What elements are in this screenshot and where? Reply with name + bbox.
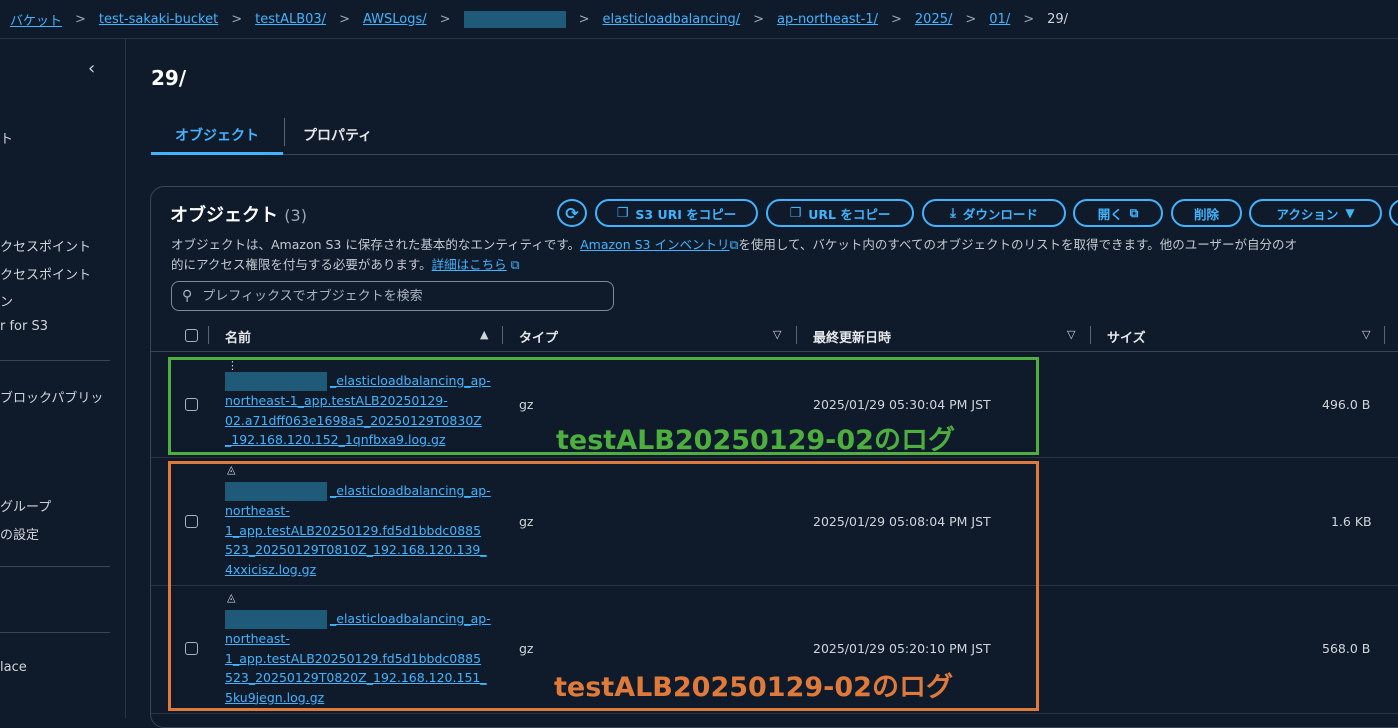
- learn-more-link[interactable]: 詳細はこちら: [432, 257, 507, 272]
- breadcrumb-folder-month[interactable]: 01/: [989, 12, 1010, 27]
- tab-divider: [284, 118, 285, 146]
- column-divider: [208, 326, 209, 344]
- table-header: 名前 ▲ タイプ ▽ 最終更新日時 ▽ サイズ ▽: [151, 321, 1398, 352]
- external-link-icon: ⧉: [1129, 205, 1139, 220]
- copy-s3-uri-button[interactable]: ❐ S3 URI をコピー: [595, 199, 758, 227]
- sidebar-item[interactable]: lace: [0, 660, 27, 675]
- chevron-right-icon: >: [891, 11, 902, 27]
- column-divider: [1090, 326, 1091, 344]
- sidebar-item[interactable]: クセスポイント: [0, 264, 91, 283]
- sidebar-item[interactable]: の設定: [0, 524, 39, 543]
- chevron-right-icon: >: [339, 11, 350, 27]
- sort-ascending-icon[interactable]: ▲: [480, 328, 488, 341]
- annotation-label-green: testALB20250129-02のログ: [556, 425, 955, 456]
- sort-icon[interactable]: ▽: [773, 328, 781, 341]
- chevron-right-icon: >: [753, 11, 765, 27]
- sidebar: ‹ ト クセスポイント クセスポイント ン r for S3 ブロックパブリッ …: [0, 38, 126, 718]
- search-box[interactable]: ⚲: [171, 281, 614, 311]
- copy-url-label: URL をコピー: [808, 206, 891, 222]
- tab-properties[interactable]: プロパティ: [303, 118, 372, 152]
- tab-objects[interactable]: オブジェクト: [151, 118, 283, 155]
- column-header-type[interactable]: タイプ: [519, 327, 558, 346]
- sidebar-item[interactable]: クセスポイント: [0, 236, 91, 255]
- desc-text: 的にアクセス権限を付与する必要があります。: [171, 257, 432, 272]
- object-size: 568.0 B: [1322, 641, 1371, 656]
- object-count: (3): [284, 206, 307, 225]
- column-divider: [796, 326, 797, 344]
- copy-icon: ❐: [789, 205, 802, 221]
- column-header-modified[interactable]: 最終更新日時: [813, 327, 891, 346]
- actions-button[interactable]: アクション ▼: [1249, 199, 1382, 227]
- breadcrumb-bucket[interactable]: test-sakaki-bucket: [99, 12, 218, 27]
- sort-icon[interactable]: ▽: [1362, 328, 1370, 341]
- external-link-icon: ⧉: [506, 257, 520, 272]
- copy-s3-uri-label: S3 URI をコピー: [635, 206, 737, 222]
- chevron-right-icon: >: [439, 11, 451, 27]
- breadcrumb-folder-region[interactable]: ap-northeast-1/: [777, 12, 878, 27]
- open-button[interactable]: 開く ⧉: [1073, 199, 1163, 227]
- delete-label: 削除: [1193, 206, 1219, 222]
- chevron-right-icon: >: [578, 11, 590, 27]
- page-title: 29/: [151, 66, 187, 90]
- sidebar-divider: [0, 360, 110, 361]
- chevron-right-icon: >: [1023, 11, 1035, 27]
- annotation-label-orange: testALB20250129-02のログ: [554, 672, 953, 703]
- desc-text: を使用して、バケット内のすべてのオブジェクトのリストを取得できます。他のユーザー…: [738, 237, 1298, 252]
- sidebar-item[interactable]: ト: [0, 128, 13, 147]
- copy-icon: ❐: [616, 205, 629, 221]
- delete-button[interactable]: 削除: [1171, 199, 1242, 227]
- chevron-right-icon: >: [231, 11, 243, 27]
- create-folder-button[interactable]: [1389, 199, 1398, 227]
- breadcrumb-folder-elb[interactable]: elasticloadbalancing/: [602, 12, 740, 27]
- search-input[interactable]: [200, 287, 585, 305]
- sidebar-item[interactable]: ブロックパブリッ: [0, 387, 103, 406]
- column-header-size[interactable]: サイズ: [1107, 327, 1146, 346]
- caret-down-icon: ▼: [1345, 206, 1355, 220]
- object-size: 1.6 KB: [1331, 514, 1372, 529]
- download-button[interactable]: ⤓ ダウンロード: [922, 199, 1066, 227]
- desc-text: オブジェクトは、Amazon S3 に保存された基本的なエンティティです。: [171, 237, 581, 252]
- tab-bar: オブジェクト プロパティ: [151, 118, 1398, 155]
- column-header-name[interactable]: 名前: [225, 327, 251, 346]
- sidebar-divider: [0, 566, 110, 567]
- column-divider: [1384, 326, 1385, 344]
- object-size: 496.0 B: [1322, 397, 1371, 412]
- collapse-sidebar-icon[interactable]: ‹: [88, 58, 95, 79]
- inventory-link[interactable]: Amazon S3 インベントリ: [580, 237, 729, 252]
- panel-title: オブジェクト (3): [170, 201, 307, 227]
- breadcrumb-folder-year[interactable]: 2025/: [915, 12, 952, 27]
- refresh-icon: ⟳: [565, 203, 579, 223]
- download-icon: ⤓: [950, 205, 956, 221]
- sort-icon[interactable]: ▽: [1067, 328, 1075, 341]
- panel-description: オブジェクトは、Amazon S3 に保存された基本的なエンティティです。Ama…: [171, 235, 1398, 275]
- breadcrumb-folder-testalb03[interactable]: testALB03/: [255, 12, 326, 27]
- panel-title-text: オブジェクト: [170, 205, 278, 226]
- breadcrumb-current: 29/: [1047, 11, 1069, 27]
- actions-label: アクション: [1276, 206, 1339, 222]
- chevron-right-icon: >: [965, 11, 977, 27]
- chevron-right-icon: >: [75, 11, 86, 27]
- copy-url-button[interactable]: ❐ URL をコピー: [766, 199, 914, 227]
- refresh-button[interactable]: ⟳: [557, 199, 587, 227]
- sidebar-item[interactable]: r for S3: [0, 319, 48, 334]
- breadcrumb-buckets[interactable]: バケット: [10, 10, 62, 29]
- sidebar-item[interactable]: グループ: [0, 496, 51, 515]
- download-label: ダウンロード: [962, 206, 1038, 222]
- search-icon: ⚲: [182, 288, 193, 304]
- column-divider: [502, 326, 503, 344]
- select-all-checkbox[interactable]: [185, 329, 198, 342]
- sidebar-item[interactable]: ン: [0, 291, 13, 310]
- sidebar-divider: [0, 632, 110, 633]
- breadcrumb-folder-awslogs[interactable]: AWSLogs/: [363, 12, 427, 27]
- redacted-account-id: [463, 10, 566, 28]
- breadcrumb: バケット > test-sakaki-bucket > testALB03/ > AW…: [0, 0, 1398, 39]
- open-label: 開く: [1097, 206, 1123, 222]
